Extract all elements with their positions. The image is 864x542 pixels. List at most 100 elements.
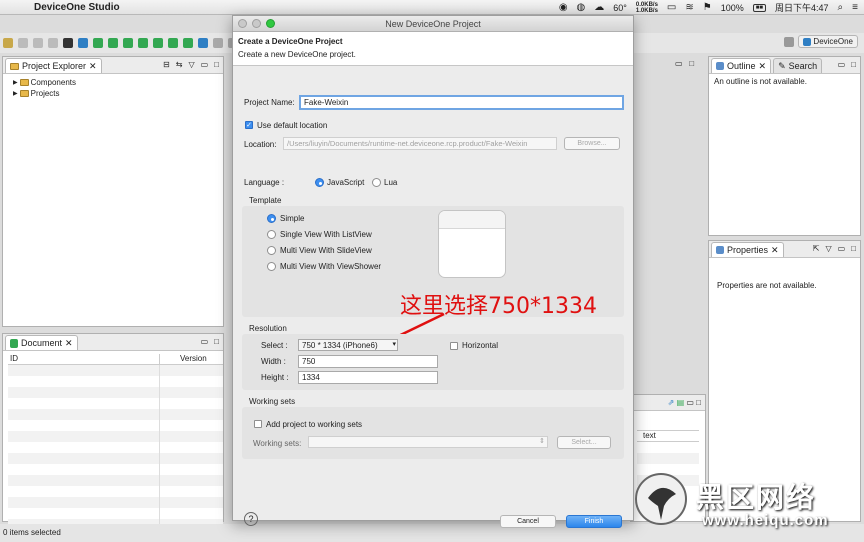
cancel-button[interactable]: Cancel <box>500 515 556 528</box>
close-window-button[interactable] <box>238 19 247 28</box>
wechat-icon[interactable]: ◍ <box>577 2 586 13</box>
maximize-icon[interactable]: □ <box>214 337 219 346</box>
maximize-icon[interactable]: □ <box>214 60 219 69</box>
export-icon[interactable]: ⇗ <box>668 398 675 407</box>
working-sets-select[interactable]: ⇕ <box>308 436 548 448</box>
expand-icon[interactable]: ▶ <box>13 79 18 86</box>
project-name-input[interactable]: Fake-Weixin <box>299 95 624 110</box>
nodes-icon[interactable] <box>108 38 118 48</box>
wifi-icon[interactable]: ≋ <box>685 2 693 13</box>
open-perspective-icon[interactable] <box>784 36 795 47</box>
template-radio-slideview[interactable] <box>267 246 276 255</box>
link-icon[interactable]: ⇆ <box>176 60 183 69</box>
minimize-icon[interactable]: ▭ <box>675 59 683 68</box>
table-row[interactable] <box>8 475 223 486</box>
column-header-id[interactable]: ID <box>8 354 160 364</box>
close-icon[interactable]: ✕ <box>89 61 97 72</box>
table-row[interactable] <box>8 486 223 497</box>
table-row[interactable] <box>8 387 223 398</box>
print-icon[interactable] <box>48 38 58 48</box>
table-row[interactable] <box>8 365 223 376</box>
cube-icon[interactable] <box>93 38 103 48</box>
template-radio-viewshower[interactable] <box>267 262 276 271</box>
list-icon[interactable]: ≡ <box>852 2 858 13</box>
tree-item-projects[interactable]: ▶ Projects <box>3 88 223 99</box>
tab-search[interactable]: ✎ Search <box>773 58 823 73</box>
close-icon[interactable]: ✕ <box>759 61 767 72</box>
table-row[interactable] <box>8 409 223 420</box>
save-all-icon[interactable] <box>33 38 43 48</box>
table-row[interactable] <box>8 442 223 453</box>
close-icon[interactable]: ✕ <box>771 245 779 256</box>
column-header-version[interactable]: Version <box>160 354 207 364</box>
table-row[interactable] <box>8 508 223 519</box>
width-input[interactable]: 750 <box>298 355 438 368</box>
maximize-icon[interactable]: □ <box>851 60 856 69</box>
user-icon[interactable] <box>63 38 73 48</box>
template-radio-listview[interactable] <box>267 230 276 239</box>
pin-view-icon[interactable]: ⇱ <box>813 244 820 253</box>
table-row[interactable] <box>8 398 223 409</box>
perspective-button[interactable]: DeviceOne <box>798 35 858 48</box>
table-row[interactable] <box>8 453 223 464</box>
clock[interactable]: 周日下午4:47 <box>775 1 829 14</box>
qq-icon[interactable]: ◉ <box>559 2 568 13</box>
dialog-titlebar[interactable]: New DeviceOne Project <box>233 16 633 32</box>
javascript-radio[interactable] <box>315 178 324 187</box>
browse-button[interactable]: Browse... <box>564 137 620 150</box>
working-sets-select-button[interactable]: Select... <box>557 436 611 449</box>
minimize-icon[interactable]: ▭ <box>201 337 209 346</box>
table-row[interactable] <box>8 497 223 508</box>
expand-icon[interactable]: ▶ <box>13 90 18 97</box>
debug-icon[interactable] <box>153 38 163 48</box>
tab-properties[interactable]: Properties ✕ <box>711 242 784 257</box>
download-icon[interactable] <box>183 38 193 48</box>
maximize-icon[interactable]: □ <box>689 59 694 68</box>
resolution-select[interactable]: 750 * 1334 (iPhone6) ▾ <box>298 339 398 351</box>
minimize-icon[interactable]: ▭ <box>686 398 694 407</box>
lua-radio[interactable] <box>372 178 381 187</box>
battery-icon[interactable]: ■■ <box>752 3 767 12</box>
use-default-location-checkbox[interactable]: ✓ <box>245 121 253 129</box>
collapse-all-icon[interactable]: ⊟ <box>163 60 170 69</box>
search-icon[interactable]: ⌕ <box>838 2 844 13</box>
gear-icon[interactable] <box>168 38 178 48</box>
save-icon[interactable] <box>18 38 28 48</box>
nav-back-icon[interactable] <box>213 38 223 48</box>
zoom-window-button[interactable] <box>266 19 275 28</box>
add-to-working-sets-checkbox[interactable] <box>254 420 262 428</box>
location-input[interactable]: /Users/liuyin/Documents/runtime-net.devi… <box>283 137 557 150</box>
flag-icon[interactable]: ⚑ <box>703 2 712 13</box>
cloud-icon[interactable] <box>123 38 133 48</box>
table-row[interactable] <box>8 376 223 387</box>
height-input[interactable]: 1334 <box>298 371 438 384</box>
display-icon[interactable]: ▭ <box>667 2 676 13</box>
run-icon[interactable] <box>198 38 208 48</box>
minimize-icon[interactable]: ▭ <box>838 60 846 69</box>
close-icon[interactable]: ✕ <box>65 338 73 349</box>
maximize-icon[interactable]: □ <box>851 244 856 253</box>
tab-project-explorer[interactable]: Project Explorer ✕ <box>5 58 102 73</box>
column-header-text[interactable]: text <box>637 431 699 442</box>
table-row[interactable] <box>637 453 699 464</box>
weather-icon[interactable]: ☁ <box>594 2 604 13</box>
new-icon[interactable] <box>3 38 13 48</box>
delete-icon[interactable]: ▤ <box>677 398 685 407</box>
table-row[interactable] <box>8 420 223 431</box>
table-row[interactable] <box>8 464 223 475</box>
table-row[interactable] <box>8 431 223 442</box>
tab-document[interactable]: Document ✕ <box>5 335 78 350</box>
view-menu-icon[interactable]: ▽ <box>825 244 831 253</box>
table-row[interactable] <box>637 442 699 453</box>
finish-button[interactable]: Finish <box>566 515 622 528</box>
app-menu[interactable]: DeviceOne Studio <box>34 2 120 13</box>
minimize-icon[interactable]: ▭ <box>201 60 209 69</box>
tree-item-components[interactable]: ▶ Components <box>3 77 223 88</box>
horizontal-checkbox[interactable] <box>450 342 458 350</box>
package-icon[interactable] <box>138 38 148 48</box>
tab-outline[interactable]: Outline ✕ <box>711 58 772 73</box>
template-radio-simple[interactable] <box>267 214 276 223</box>
device-icon[interactable] <box>78 38 88 48</box>
maximize-icon[interactable]: □ <box>696 398 701 407</box>
minimize-window-button[interactable] <box>252 19 261 28</box>
